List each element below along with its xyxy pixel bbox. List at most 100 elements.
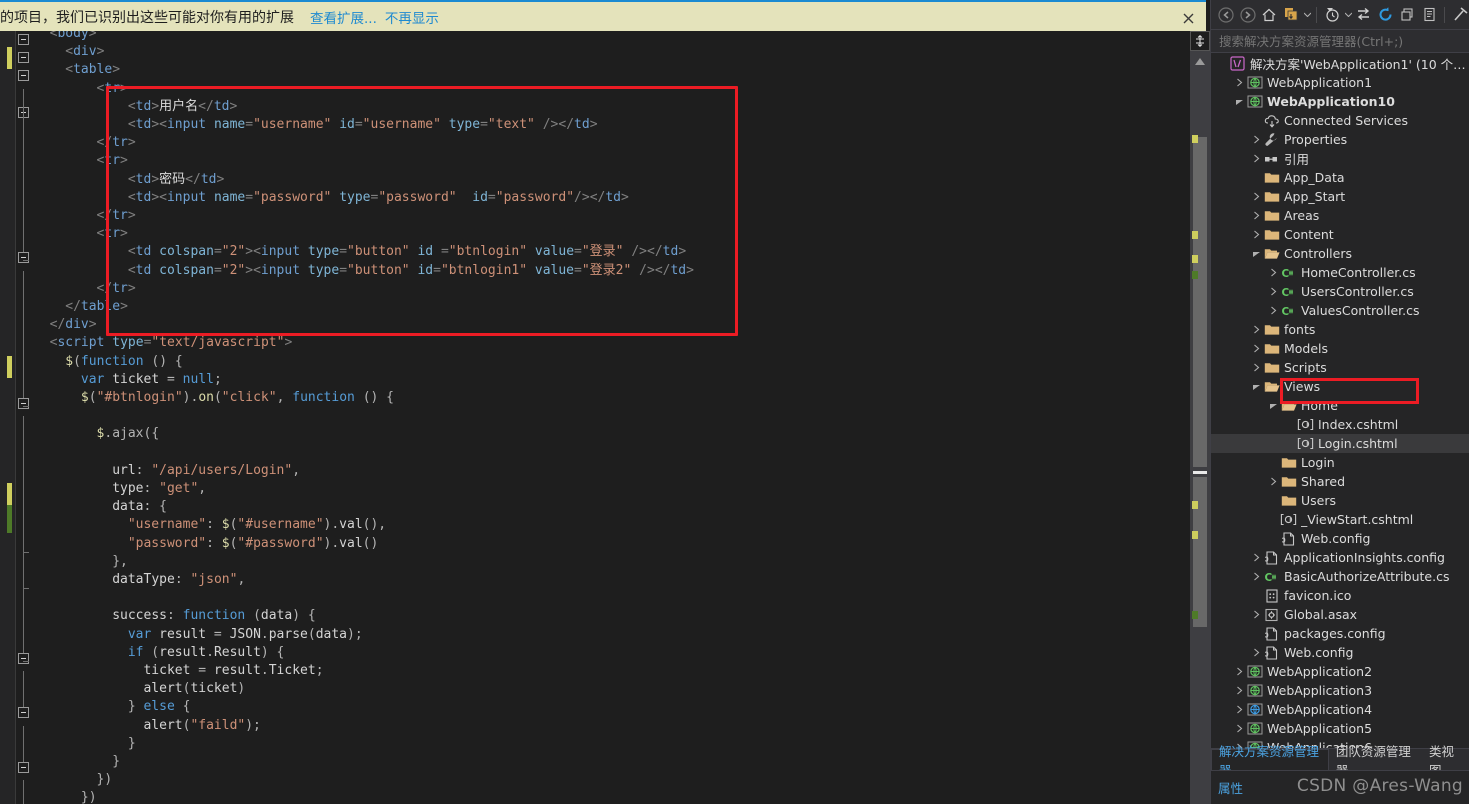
properties-icon[interactable] — [1419, 4, 1439, 26]
chevron-right-icon[interactable] — [1232, 73, 1246, 92]
chevron-right-icon[interactable] — [1249, 567, 1263, 586]
chevron-right-icon[interactable] — [1232, 681, 1246, 700]
search-input[interactable] — [1217, 32, 1457, 50]
chevron-right-icon[interactable] — [1249, 130, 1263, 149]
chevron-down-icon[interactable] — [1249, 377, 1263, 396]
chevron-right-icon[interactable] — [1249, 320, 1263, 339]
fold-toggle-icon[interactable] — [18, 70, 29, 82]
fold-toggle-icon[interactable] — [18, 398, 29, 409]
tree-item-properties[interactable]: Properties — [1211, 130, 1469, 149]
chevron-right-icon[interactable] — [1266, 282, 1280, 301]
code-editor[interactable]: <body> <div> <table> <tr> <td>用户名</td> <td><i… — [0, 31, 1190, 804]
tree-item--[interactable]: 引用 — [1211, 149, 1469, 168]
fold-toggle-icon[interactable] — [18, 252, 29, 264]
code-token: "/api/users/Login" — [151, 462, 293, 478]
scroll-up-arrow-icon[interactable] — [1190, 53, 1210, 69]
chevron-right-icon[interactable] — [1266, 472, 1280, 491]
editor-split-handle[interactable] — [1190, 31, 1210, 51]
chevron-right-icon[interactable] — [1249, 149, 1263, 168]
tree-item-webapplication3[interactable]: WebApplication3 — [1211, 681, 1469, 700]
tree-item-web.config[interactable]: Web.config — [1211, 643, 1469, 662]
fold-toggle-icon[interactable] — [18, 52, 29, 64]
tree-item-webapplication5[interactable]: WebApplication5 — [1211, 719, 1469, 738]
dont-show-again-link[interactable]: 不再显示 — [385, 7, 439, 27]
chevron-right-icon[interactable] — [1232, 719, 1246, 738]
chevron-right-icon[interactable] — [1249, 605, 1263, 624]
tree-item-valuescontroller.cs[interactable]: C ValuesController.cs — [1211, 301, 1469, 320]
tree-item-app_data[interactable]: App_Data — [1211, 168, 1469, 187]
tree-item-webapplication2[interactable]: WebApplication2 — [1211, 662, 1469, 681]
tree-item-home[interactable]: Home — [1211, 396, 1469, 415]
editor-vertical-scrollbar[interactable] — [1190, 31, 1210, 804]
breakpoint-margin[interactable] — [0, 31, 16, 804]
chevron-right-icon[interactable] — [1249, 225, 1263, 244]
tree-item-webapplication4[interactable]: WebApplication4 — [1211, 700, 1469, 719]
tree-item-views[interactable]: Views — [1211, 377, 1469, 396]
tree-item-shared[interactable]: Shared — [1211, 472, 1469, 491]
tree-item-_viewstart.cshtml[interactable]: _ViewStart.cshtml — [1211, 510, 1469, 529]
scrollbar-thumb[interactable] — [1193, 137, 1207, 467]
back-icon[interactable] — [1216, 4, 1236, 26]
fold-toggle-icon[interactable] — [18, 707, 29, 719]
home-icon[interactable] — [1260, 4, 1280, 26]
chevron-down-icon[interactable] — [1266, 396, 1280, 415]
chevron-right-icon[interactable] — [1249, 643, 1263, 662]
chevron-right-icon[interactable] — [1249, 206, 1263, 225]
chevron-right-icon[interactable] — [1249, 358, 1263, 377]
tree-item-homecontroller.cs[interactable]: C HomeController.cs — [1211, 263, 1469, 282]
show-all-files-icon[interactable] — [1354, 4, 1374, 26]
tree-item--webapplication1-10-[interactable]: 解决方案'WebApplication1' (10 个项目) — [1211, 54, 1469, 73]
tree-item-connected-services[interactable]: Connected Services — [1211, 111, 1469, 130]
tree-item-fonts[interactable]: fonts — [1211, 320, 1469, 339]
sync-with-active-document-icon[interactable] — [1281, 4, 1301, 26]
code-text-surface[interactable]: <body> <div> <table> <tr> <td>用户名</td> <td><i… — [34, 31, 1190, 804]
panel-tab-1[interactable]: 团队资源管理器 — [1329, 744, 1422, 778]
chevron-right-icon[interactable] — [1249, 187, 1263, 206]
pending-changes-icon[interactable] — [1322, 4, 1342, 26]
tree-item-userscontroller.cs[interactable]: C UsersController.cs — [1211, 282, 1469, 301]
hammer-icon[interactable] — [1450, 4, 1469, 26]
tree-item-content[interactable]: Content — [1211, 225, 1469, 244]
close-icon[interactable] — [1178, 8, 1198, 28]
tree-item-index.cshtml[interactable]: Index.cshtml — [1211, 415, 1469, 434]
view-extensions-link[interactable]: 查看扩展... — [310, 7, 377, 27]
solution-explorer-search[interactable] — [1211, 29, 1469, 53]
chevron-right-icon[interactable] — [1232, 700, 1246, 719]
chevron-right-icon[interactable] — [1266, 301, 1280, 320]
tree-item-webapplication1[interactable]: WebApplication1 — [1211, 73, 1469, 92]
tree-item-scripts[interactable]: Scripts — [1211, 358, 1469, 377]
chevron-right-icon[interactable] — [1266, 263, 1280, 282]
tree-item-models[interactable]: Models — [1211, 339, 1469, 358]
tree-item-web.config[interactable]: Web.config — [1211, 529, 1469, 548]
tree-item-login[interactable]: Login — [1211, 453, 1469, 472]
chevron-down-icon[interactable] — [1249, 244, 1263, 263]
solution-explorer-tree[interactable]: 解决方案'WebApplication1' (10 个项目) WebApplica… — [1211, 54, 1469, 748]
chevron-right-icon[interactable] — [1232, 662, 1246, 681]
tree-item-users[interactable]: Users — [1211, 491, 1469, 510]
outlining-margin[interactable] — [16, 31, 34, 804]
panel-tab-0[interactable]: 解决方案资源管理器 — [1211, 744, 1329, 778]
scrollbar-thumb-lower[interactable] — [1193, 477, 1207, 627]
fold-toggle-icon[interactable] — [18, 34, 29, 45]
tree-item-areas[interactable]: Areas — [1211, 206, 1469, 225]
tree-item-login.cshtml[interactable]: Login.cshtml — [1211, 434, 1469, 453]
chevron-down-icon[interactable] — [1232, 92, 1246, 111]
chevron-right-icon[interactable] — [1249, 339, 1263, 358]
tree-item-controllers[interactable]: Controllers — [1211, 244, 1469, 263]
chevron-right-icon[interactable] — [1249, 548, 1263, 567]
pending-changes-caret-icon[interactable] — [1344, 6, 1352, 24]
tree-item-packages.config[interactable]: packages.config — [1211, 624, 1469, 643]
collapse-all-icon[interactable] — [1398, 4, 1418, 26]
panel-tab-2[interactable]: 类视图 — [1422, 744, 1469, 778]
tree-item-applicationinsights.config[interactable]: ApplicationInsights.config — [1211, 548, 1469, 567]
tree-item-app_start[interactable]: App_Start — [1211, 187, 1469, 206]
tree-item-basicauthorizeattribute.cs[interactable]: C BasicAuthorizeAttribute.cs — [1211, 567, 1469, 586]
sync-dropdown-caret-icon[interactable] — [1303, 6, 1311, 24]
forward-icon[interactable] — [1238, 4, 1258, 26]
fold-toggle-icon[interactable] — [18, 652, 29, 664]
tree-item-global.asax[interactable]: Global.asax — [1211, 605, 1469, 624]
tree-item-favicon.ico[interactable]: favicon.ico — [1211, 586, 1469, 605]
refresh-icon[interactable] — [1376, 4, 1396, 26]
tree-item-webapplication10[interactable]: WebApplication10 — [1211, 92, 1469, 111]
fold-toggle-icon[interactable] — [18, 762, 29, 773]
